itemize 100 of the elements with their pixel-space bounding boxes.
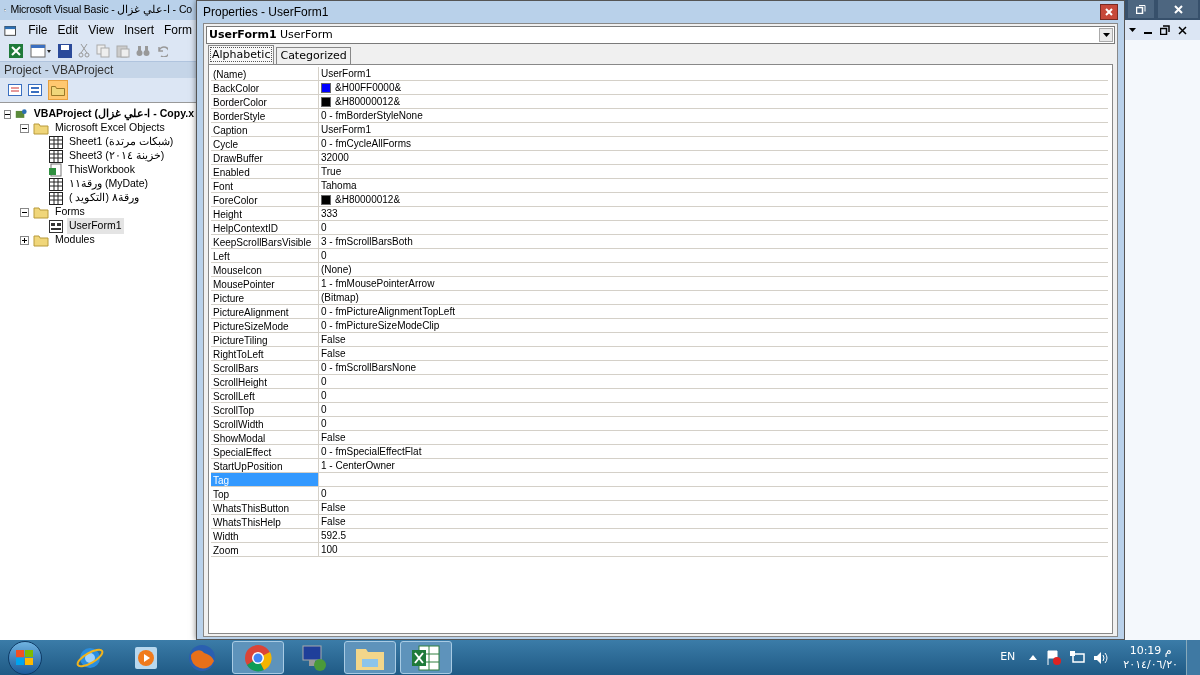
property-value[interactable]: 0: [321, 374, 327, 389]
property-name[interactable]: BorderColor: [211, 95, 319, 108]
property-value[interactable]: 0: [321, 388, 327, 403]
property-name[interactable]: Zoom: [211, 543, 319, 556]
property-name[interactable]: ScrollHeight: [211, 375, 319, 388]
property-value[interactable]: 0 - fmSpecialEffectFlat: [321, 444, 422, 459]
property-name[interactable]: WhatsThisButton: [211, 501, 319, 514]
property-value[interactable]: 0 - fmPictureAlignmentTopLeft: [321, 304, 455, 319]
clock-time[interactable]: 10:19 م: [1129, 643, 1172, 658]
tree-item[interactable]: Sheet3 (خزينة ٢٠١٤): [67, 148, 167, 164]
property-name[interactable]: SpecialEffect: [211, 445, 319, 458]
property-value[interactable]: UserForm1: [321, 66, 371, 81]
speaker-icon[interactable]: [1093, 650, 1110, 665]
property-name[interactable]: Font: [211, 179, 319, 192]
property-name[interactable]: PictureSizeMode: [211, 319, 319, 332]
property-name[interactable]: HelpContextID: [211, 221, 319, 234]
property-name[interactable]: (Name): [211, 67, 319, 80]
tab[interactable]: Categorized: [276, 47, 351, 64]
property-value[interactable]: &H00FF0000&: [335, 80, 402, 95]
menu-item[interactable]: File: [28, 21, 48, 39]
property-value[interactable]: False: [321, 514, 346, 529]
property-name[interactable]: BackColor: [211, 81, 319, 94]
property-name[interactable]: Enabled: [211, 165, 319, 178]
property-value[interactable]: 0 - fmPictureSizeModeClip: [321, 318, 440, 333]
restore-button[interactable]: [1128, 0, 1154, 18]
property-value[interactable]: &H80000012&: [335, 94, 401, 109]
property-name[interactable]: MousePointer: [211, 277, 319, 290]
tab[interactable]: Alphabetic: [208, 45, 275, 64]
property-value[interactable]: False: [321, 430, 346, 445]
property-name[interactable]: Picture: [211, 291, 319, 304]
close-button[interactable]: [1158, 0, 1198, 18]
tree-item[interactable]: UserForm1: [67, 218, 124, 234]
restore-icon[interactable]: [1160, 25, 1170, 35]
tree-item[interactable]: ThisWorkbook: [66, 162, 137, 178]
remote-desktop-icon[interactable]: [299, 642, 329, 673]
browser-icon[interactable]: [243, 642, 273, 673]
start-button[interactable]: [8, 640, 42, 675]
taskbar-button[interactable]: [400, 641, 452, 674]
property-value[interactable]: False: [321, 346, 346, 361]
property-name[interactable]: Cycle: [211, 137, 319, 150]
property-value[interactable]: False: [321, 500, 346, 515]
tree-item[interactable]: ( ورقة٨ (التكويد: [67, 190, 141, 206]
property-name[interactable]: ScrollBars: [211, 361, 319, 374]
property-name[interactable]: ScrollTop: [211, 403, 319, 416]
spreadsheet-icon[interactable]: [411, 643, 441, 672]
close-icon[interactable]: [1178, 25, 1187, 35]
property-name[interactable]: StartUpPosition: [211, 459, 319, 472]
view-object-icon[interactable]: [28, 84, 42, 96]
property-name[interactable]: BorderStyle: [211, 109, 319, 122]
network-icon[interactable]: [1069, 650, 1086, 665]
toggle-folders-button[interactable]: [48, 80, 68, 100]
menu-item[interactable]: Edit: [57, 21, 79, 39]
property-value[interactable]: Tahoma: [321, 178, 357, 193]
property-value[interactable]: 333: [321, 206, 338, 221]
property-value[interactable]: 1 - CenterOwner: [321, 458, 395, 473]
tree-item[interactable]: Forms: [53, 204, 87, 220]
tree-item[interactable]: Sheet1 (شبكات مرتدة): [67, 134, 176, 150]
property-name[interactable]: PictureTiling: [211, 333, 319, 346]
property-name[interactable]: WhatsThisHelp: [211, 515, 319, 528]
language-indicator[interactable]: EN: [1000, 649, 1016, 666]
property-value[interactable]: 32000: [321, 150, 349, 165]
property-value[interactable]: 0: [321, 248, 327, 263]
property-name[interactable]: MouseIcon: [211, 263, 319, 276]
menu-item[interactable]: Form: [164, 21, 192, 39]
property-value[interactable]: 0 - fmScrollBarsNone: [321, 360, 417, 375]
property-name[interactable]: ForeColor: [211, 193, 319, 206]
property-value[interactable]: (None): [321, 262, 352, 277]
property-value[interactable]: 0 - fmBorderStyleNone: [321, 108, 423, 123]
property-name[interactable]: ScrollLeft: [211, 389, 319, 402]
property-name[interactable]: DrawBuffer: [211, 151, 319, 164]
property-name[interactable]: Caption: [211, 123, 319, 136]
collapse-toggle[interactable]: [20, 123, 29, 133]
property-name[interactable]: Left: [211, 249, 319, 262]
caret-up-icon[interactable]: [1029, 655, 1038, 660]
property-value[interactable]: 1 - fmMousePointerArrow: [321, 276, 435, 291]
property-value[interactable]: 0: [321, 220, 327, 235]
property-value[interactable]: 0 - fmCycleAllForms: [321, 136, 411, 151]
property-value[interactable]: 0: [321, 402, 327, 417]
save-icon[interactable]: [58, 43, 72, 58]
property-name[interactable]: PictureAlignment: [211, 305, 319, 318]
property-value[interactable]: &H80000012&: [335, 192, 401, 207]
tree-item[interactable]: VBAProject (ا-علي غزال - Copy.x: [31, 106, 196, 122]
property-name[interactable]: Top: [211, 487, 319, 500]
property-value[interactable]: 592.5: [321, 528, 347, 543]
property-name[interactable]: RightToLeft: [211, 347, 319, 360]
property-name[interactable]: KeepScrollBarsVisible: [211, 235, 319, 248]
taskbar-button[interactable]: [232, 641, 284, 674]
property-value[interactable]: True: [321, 164, 342, 179]
spreadsheet-icon[interactable]: [8, 42, 24, 59]
collapse-toggle[interactable]: [4, 109, 12, 119]
property-value[interactable]: (Bitmap): [321, 290, 359, 305]
property-name[interactable]: Height: [211, 207, 319, 220]
form-icon[interactable]: [30, 42, 52, 59]
collapse-toggle[interactable]: [20, 207, 29, 217]
property-value[interactable]: UserForm1: [321, 122, 371, 137]
menu-item[interactable]: Insert: [124, 21, 154, 39]
clock-date[interactable]: ٢٠١٤/٠٦/٢٠: [1123, 657, 1178, 672]
object-dropdown[interactable]: UserForm1 UserForm: [206, 26, 1115, 44]
close-button[interactable]: [1100, 4, 1118, 20]
tree-item[interactable]: Microsoft Excel Objects: [53, 120, 167, 136]
